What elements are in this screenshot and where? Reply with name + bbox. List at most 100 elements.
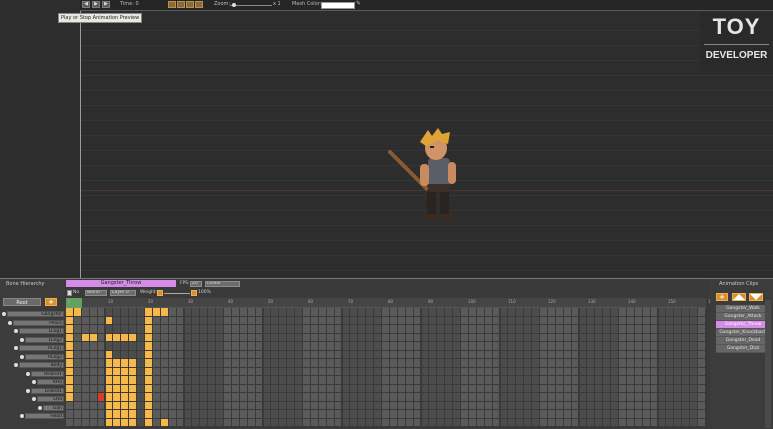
keyframe-cell[interactable] <box>461 316 468 324</box>
keyframe-cell[interactable] <box>66 401 73 409</box>
keyframe-cell[interactable] <box>603 401 611 409</box>
keyframe-cell[interactable] <box>674 367 682 375</box>
keyframe-cell[interactable] <box>287 359 295 367</box>
keyframe-cell[interactable] <box>105 384 113 392</box>
keyframe-cell[interactable] <box>611 367 618 375</box>
keyframe-cell[interactable] <box>461 342 468 350</box>
move-clip-down-button[interactable] <box>749 293 763 301</box>
keyframe-cell[interactable] <box>160 308 168 316</box>
keyframe-cell[interactable] <box>650 367 658 375</box>
keyframe-cell[interactable] <box>476 410 484 418</box>
keyframe-cell[interactable] <box>208 333 216 341</box>
keyframe-cell[interactable] <box>547 418 555 426</box>
keyframe-cell[interactable] <box>129 342 137 350</box>
keyframe-cell[interactable] <box>287 367 295 375</box>
keyframe-cell[interactable] <box>295 350 302 358</box>
keyframe-cell[interactable] <box>89 308 97 316</box>
keyframe-cell[interactable] <box>666 333 674 341</box>
keyframe-cell[interactable] <box>113 401 121 409</box>
keyframe-cell[interactable] <box>160 342 168 350</box>
keyframe-cell[interactable] <box>508 367 516 375</box>
keyframe-cell[interactable] <box>405 401 413 409</box>
keyframe-cell[interactable] <box>626 367 634 375</box>
keyframe-cell[interactable] <box>382 384 389 392</box>
keyframe-cell[interactable] <box>105 350 113 358</box>
keyframe-cell[interactable] <box>145 367 152 375</box>
keyframe-cell[interactable] <box>231 325 239 333</box>
keyframe-cell[interactable] <box>429 342 437 350</box>
keyframe-cell[interactable] <box>611 316 618 324</box>
keyframe-cell[interactable] <box>200 410 208 418</box>
bone-item[interactable]: LLeg1 <box>19 328 64 334</box>
keyframe-cell[interactable] <box>318 333 326 341</box>
keyframe-cell[interactable] <box>105 342 113 350</box>
keyframe-cell[interactable] <box>271 359 279 367</box>
keyframe-cell[interactable] <box>650 308 658 316</box>
keyframe-cell[interactable] <box>224 325 231 333</box>
keyframe-cell[interactable] <box>626 342 634 350</box>
keyframe-cell[interactable] <box>547 393 555 401</box>
keyframe-cell[interactable] <box>461 410 468 418</box>
keyframe-cell[interactable] <box>73 333 81 341</box>
zoom-slider-track[interactable] <box>230 5 272 6</box>
keyframe-cell[interactable] <box>634 316 642 324</box>
keyframe-cell[interactable] <box>468 316 476 324</box>
keyframe-cell[interactable] <box>587 393 595 401</box>
keyframe-cell[interactable] <box>453 418 460 426</box>
keyframe-cell[interactable] <box>374 393 381 401</box>
keyframe-cell[interactable] <box>658 325 666 333</box>
keyframe-cell[interactable] <box>555 316 563 324</box>
keyframe-cell[interactable] <box>698 333 705 341</box>
keyframe-cell[interactable] <box>429 350 437 358</box>
keyframe-cell[interactable] <box>145 384 152 392</box>
keyframe-cell[interactable] <box>595 384 603 392</box>
keyframe-cell[interactable] <box>579 384 587 392</box>
keyframe-cell[interactable] <box>216 401 223 409</box>
keyframe-cell[interactable] <box>666 401 674 409</box>
keyframe-cell[interactable] <box>666 350 674 358</box>
keyframe-cell[interactable] <box>429 393 437 401</box>
keyframe-cell[interactable] <box>389 325 397 333</box>
keyframe-cell[interactable] <box>263 410 271 418</box>
keyframe-cell[interactable] <box>397 316 405 324</box>
keyframe-cell[interactable] <box>421 316 429 324</box>
keyframe-cell[interactable] <box>350 350 358 358</box>
keyframe-cell[interactable] <box>208 367 216 375</box>
keyframe-cell[interactable] <box>263 333 271 341</box>
keyframe-cell[interactable] <box>453 376 460 384</box>
keyframe-cell[interactable] <box>358 316 366 324</box>
keyframe-cell[interactable] <box>619 401 626 409</box>
keyframe-cell[interactable] <box>263 376 271 384</box>
keyframe-cell[interactable] <box>397 359 405 367</box>
keyframe-cell[interactable] <box>121 342 129 350</box>
mesh-color-field[interactable] <box>321 2 355 9</box>
keyframe-cell[interactable] <box>563 393 571 401</box>
keyframe-cell[interactable] <box>453 384 460 392</box>
keyframe-cell[interactable] <box>358 350 366 358</box>
keyframe-cell[interactable] <box>571 308 579 316</box>
keyframe-cell[interactable] <box>405 367 413 375</box>
bone-item[interactable]: Pelvis <box>13 319 64 326</box>
keyframe-cell[interactable] <box>366 384 374 392</box>
keyframe-cell[interactable] <box>634 393 642 401</box>
keyframe-cell[interactable] <box>595 367 603 375</box>
keyframe-cell[interactable] <box>500 342 508 350</box>
keyframe-cell[interactable] <box>334 418 342 426</box>
keyframe-cell[interactable] <box>350 418 358 426</box>
keyframe-cell[interactable] <box>216 410 223 418</box>
keyframe-cell[interactable] <box>666 367 674 375</box>
keyframe-cell[interactable] <box>176 401 184 409</box>
keyframe-cell[interactable] <box>405 393 413 401</box>
keyframe-cell[interactable] <box>334 308 342 316</box>
keyframe-cell[interactable] <box>674 325 682 333</box>
keyframe-cell[interactable] <box>461 401 468 409</box>
keyframe-cell[interactable] <box>634 418 642 426</box>
keyframe-cell[interactable] <box>366 316 374 324</box>
keyframe-cell[interactable] <box>437 384 445 392</box>
keyframe-cell[interactable] <box>611 342 618 350</box>
keyframe-cell[interactable] <box>208 350 216 358</box>
keyframe-cell[interactable] <box>73 393 81 401</box>
keyframe-cell[interactable] <box>342 342 350 350</box>
keyframe-cell[interactable] <box>674 384 682 392</box>
keyframe-cell[interactable] <box>642 376 650 384</box>
